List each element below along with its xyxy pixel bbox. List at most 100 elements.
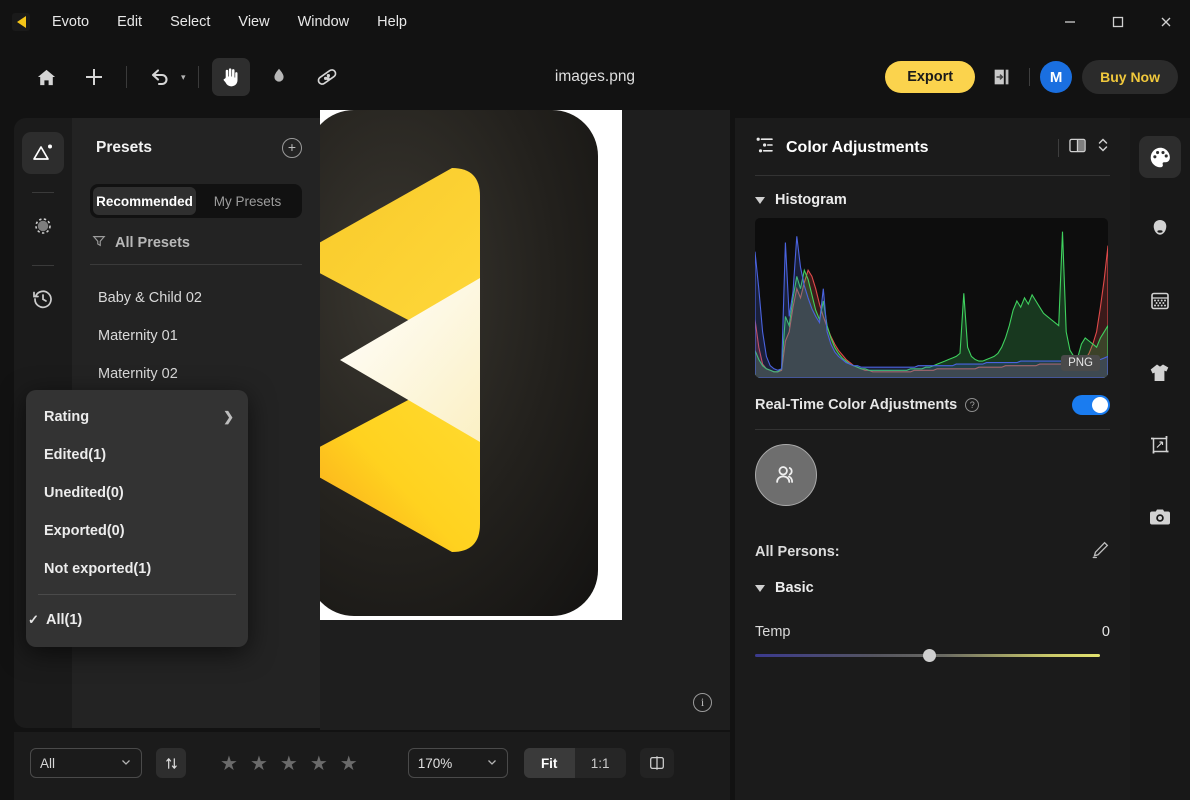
split-view-icon[interactable]	[1068, 137, 1087, 159]
menu-item-label: Rating	[44, 409, 90, 425]
edit-pencil-icon[interactable]	[1091, 540, 1110, 564]
hand-tool-icon[interactable]	[211, 58, 250, 96]
list-item[interactable]: Maternity 02	[72, 355, 320, 393]
clothing-icon[interactable]	[1139, 352, 1181, 394]
page-title: Presets	[96, 139, 153, 156]
chevron-down-icon	[486, 756, 498, 771]
close-icon[interactable]	[1142, 0, 1190, 44]
retouch-mask-icon[interactable]	[22, 205, 64, 247]
menu-item-select[interactable]: Select	[156, 10, 224, 34]
canvas-image	[320, 110, 622, 620]
list-item[interactable]: Baby & Child 02	[72, 279, 320, 317]
all-persons-label: All Persons:	[755, 544, 840, 560]
main-toolbar: ▾ images.png Export M Buy Now	[0, 44, 1190, 110]
panel-header-divider	[1058, 138, 1059, 157]
temp-slider[interactable]	[755, 648, 1100, 662]
menu-item-exported[interactable]: Exported(0)	[26, 512, 248, 550]
plus-icon[interactable]	[75, 58, 113, 96]
menu-item-edited[interactable]: Edited(1)	[26, 436, 248, 474]
star-icon[interactable]: ★	[310, 751, 328, 776]
triangle-down-icon	[755, 584, 765, 592]
color-adjustments-panel: Color Adjustments Histogram PNG Real-Tim…	[735, 118, 1130, 800]
toolbar-right-actions: Export M Buy Now	[885, 60, 1178, 94]
camera-icon[interactable]	[1139, 496, 1181, 538]
avatar[interactable]: M	[1040, 61, 1073, 93]
evoto-app-window: Evoto Edit Select View Window Help ▾ ima…	[0, 0, 1190, 800]
tab-my-presets[interactable]: My Presets	[196, 187, 299, 215]
minimize-icon[interactable]	[1046, 0, 1094, 44]
home-icon[interactable]	[27, 58, 65, 96]
filter-select[interactable]: All	[30, 748, 142, 778]
sort-icon[interactable]	[156, 748, 186, 778]
menu-item-help[interactable]: Help	[363, 10, 421, 34]
star-icon[interactable]: ★	[220, 751, 238, 776]
right-tool-rail: ?	[1130, 118, 1190, 800]
persons-icon[interactable]	[755, 444, 817, 506]
image-content-logo	[320, 168, 480, 552]
menu-item-view[interactable]: View	[224, 10, 283, 34]
chevron-up-down-icon[interactable]	[1096, 136, 1110, 159]
tab-recommended[interactable]: Recommended	[93, 187, 196, 215]
presets-tabs: Recommended My Presets	[90, 184, 302, 218]
checkmark-icon: ✓	[28, 612, 39, 627]
presets-header: Presets +	[72, 134, 320, 162]
undo-icon[interactable]	[140, 58, 178, 96]
crop-icon[interactable]	[1139, 424, 1181, 466]
maximize-icon[interactable]	[1094, 0, 1142, 44]
history-icon[interactable]	[22, 278, 64, 320]
histogram-section-header[interactable]: Histogram	[755, 176, 1110, 218]
question-circle-icon[interactable]: ?	[965, 398, 980, 412]
menu-item-edit[interactable]: Edit	[103, 10, 156, 34]
histogram-label: Histogram	[775, 192, 847, 208]
basic-section-header[interactable]: Basic	[755, 564, 1110, 606]
chevron-right-icon: ❯	[223, 409, 234, 424]
star-icon[interactable]: ★	[340, 751, 358, 776]
export-button[interactable]: Export	[885, 61, 976, 93]
image-canvas[interactable]: i	[320, 110, 730, 730]
export-to-icon[interactable]	[985, 60, 1019, 94]
presets-icon[interactable]	[22, 132, 64, 174]
histogram-chart: PNG	[755, 218, 1108, 378]
zoom-select[interactable]: 170%	[407, 748, 508, 778]
toolbar-divider-3	[1029, 68, 1031, 86]
undo-chevron-down-icon[interactable]: ▾	[181, 72, 186, 83]
triangle-down-icon	[755, 196, 765, 204]
menu-item-not-exported[interactable]: Not exported(1)	[26, 550, 248, 588]
fit-button[interactable]: Fit	[523, 748, 575, 778]
menu-item-rating[interactable]: Rating ❯	[26, 398, 248, 436]
list-item[interactable]: Maternity 01	[72, 317, 320, 355]
basic-label: Basic	[775, 580, 814, 596]
menu-item-unedited[interactable]: Unedited(0)	[26, 474, 248, 512]
panel-header: Color Adjustments	[755, 136, 1110, 159]
brush-tool-icon[interactable]	[260, 58, 298, 96]
filter-funnel-icon	[92, 234, 106, 252]
temp-slider-row: Temp 0	[755, 606, 1110, 662]
menu-item-window[interactable]: Window	[284, 10, 364, 34]
all-presets-filter[interactable]: All Presets	[72, 218, 320, 264]
healing-tool-icon[interactable]	[308, 58, 346, 96]
toolbar-divider-2	[197, 66, 199, 88]
skin-texture-icon[interactable]	[1139, 280, 1181, 322]
window-controls	[1046, 0, 1190, 44]
star-icon[interactable]: ★	[280, 751, 298, 776]
rating-stars[interactable]: ★ ★ ★ ★ ★	[220, 751, 358, 776]
person-selector-row	[755, 430, 1110, 516]
menu-item-label: Exported(0)	[44, 523, 125, 539]
face-retouch-icon[interactable]	[1139, 208, 1181, 250]
filmstrip	[14, 794, 730, 800]
info-icon[interactable]: i	[693, 693, 712, 712]
buy-now-button[interactable]: Buy Now	[1082, 60, 1178, 94]
all-presets-label: All Presets	[115, 235, 190, 251]
realtime-toggle[interactable]	[1072, 395, 1110, 415]
compare-view-icon[interactable]	[639, 748, 674, 778]
menu-item-all[interactable]: ✓ All(1)	[26, 601, 248, 639]
toolbar-divider-1	[126, 66, 127, 88]
star-icon[interactable]: ★	[250, 751, 268, 776]
color-palette-icon[interactable]	[1139, 136, 1181, 178]
temp-slider-knob[interactable]	[923, 648, 936, 662]
realtime-color-row: Real-Time Color Adjustments ?	[755, 378, 1110, 429]
rail-divider-1	[32, 192, 54, 193]
circle-plus-icon[interactable]: +	[282, 138, 302, 158]
menu-item-evoto[interactable]: Evoto	[38, 10, 103, 34]
one-to-one-button[interactable]: 1:1	[575, 748, 626, 778]
